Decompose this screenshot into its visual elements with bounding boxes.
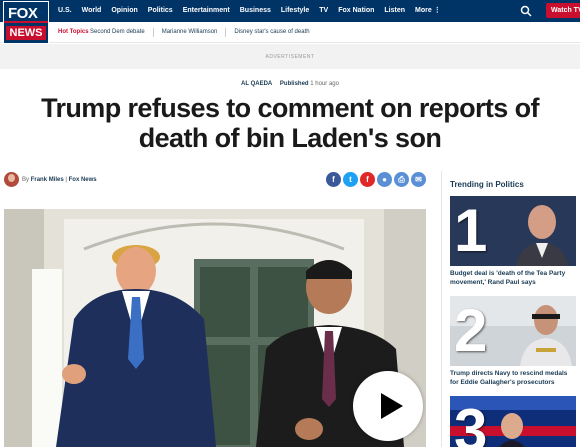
watch-tv-button[interactable]: Watch TV bbox=[546, 3, 580, 18]
byline-text: By Frank Miles | Fox News bbox=[22, 177, 97, 183]
outlet-link[interactable]: Fox News bbox=[69, 177, 97, 183]
hot-topic-link[interactable]: Second Dem debate bbox=[90, 28, 154, 37]
published-time: 1 hour ago bbox=[310, 81, 339, 87]
fox-news-logo[interactable]: FOX NEWS bbox=[3, 1, 49, 44]
hot-topics-bar: Hot Topics Second Dem debate Marianne Wi… bbox=[0, 22, 580, 43]
trending-headline[interactable]: Trump directs Navy to rescind medals for… bbox=[450, 369, 576, 387]
twitter-icon[interactable]: t bbox=[343, 172, 358, 187]
nav-menu: U.S. World Opinion Politics Entertainmen… bbox=[58, 0, 451, 22]
facebook-icon[interactable]: f bbox=[326, 172, 341, 187]
trending-title: Trending in Politics bbox=[450, 180, 524, 189]
trending-rank: 3 bbox=[454, 397, 488, 447]
article-category[interactable]: AL QAEDA bbox=[241, 81, 272, 87]
article-meta: AL QAEDA Published 1 hour ago bbox=[0, 81, 580, 87]
nav-item-tv[interactable]: TV bbox=[319, 0, 328, 22]
print-icon[interactable]: ⎙ bbox=[394, 172, 409, 187]
nav-item-more[interactable]: More ⋮ bbox=[415, 0, 441, 22]
author-link[interactable]: Frank Miles bbox=[31, 177, 64, 183]
trending-rank: 1 bbox=[454, 197, 488, 264]
search-icon[interactable] bbox=[520, 5, 532, 17]
advertisement-banner: ADVERTISEMENT bbox=[0, 44, 580, 69]
nav-item-listen[interactable]: Listen bbox=[384, 0, 405, 22]
trending-item[interactable]: 1 Budget deal is 'death of the Tea Party… bbox=[450, 196, 576, 287]
top-nav: U.S. World Opinion Politics Entertainmen… bbox=[0, 0, 580, 22]
comments-icon[interactable]: ● bbox=[377, 172, 392, 187]
hot-topic-link[interactable]: Disney star's cause of death bbox=[234, 28, 317, 37]
nav-item-fox-nation[interactable]: Fox Nation bbox=[338, 0, 374, 22]
trending-headline[interactable]: Budget deal is 'death of the Tea Party m… bbox=[450, 269, 576, 287]
nav-item-lifestyle[interactable]: Lifestyle bbox=[281, 0, 309, 22]
sidebar-divider bbox=[441, 171, 442, 447]
play-button[interactable] bbox=[353, 371, 423, 441]
advertisement-label: ADVERTISEMENT bbox=[265, 54, 315, 60]
trending-rank: 2 bbox=[454, 297, 488, 364]
email-icon[interactable]: ✉ bbox=[411, 172, 426, 187]
trending-item[interactable]: 2 Trump directs Navy to rescind medals f… bbox=[450, 296, 576, 387]
article-headline: Trump refuses to comment on reports of d… bbox=[41, 93, 539, 153]
trending-item[interactable]: 3 bbox=[450, 396, 576, 447]
logo-fox-text: FOX bbox=[8, 5, 38, 22]
nav-item-politics[interactable]: Politics bbox=[148, 0, 173, 22]
hot-topics-label: Hot Topics bbox=[58, 29, 89, 35]
flipboard-icon[interactable]: f bbox=[360, 172, 375, 187]
hot-topic-link[interactable]: Marianne Williamson bbox=[162, 28, 227, 37]
byline: By Frank Miles | Fox News f t f ● ⎙ ✉ bbox=[4, 171, 426, 193]
nav-item-business[interactable]: Business bbox=[240, 0, 271, 22]
trending-thumbnail[interactable]: 2 bbox=[450, 296, 576, 366]
published-label: Published bbox=[279, 81, 309, 87]
hot-topics-list: Second Dem debate Marianne Williamson Di… bbox=[90, 22, 326, 43]
nav-item-us[interactable]: U.S. bbox=[58, 0, 72, 22]
logo-news-text: NEWS bbox=[6, 26, 46, 40]
author-avatar bbox=[4, 172, 19, 187]
trending-thumbnail[interactable]: 3 bbox=[450, 396, 576, 447]
nav-item-world[interactable]: World bbox=[82, 0, 102, 22]
trending-thumbnail[interactable]: 1 bbox=[450, 196, 576, 266]
logo-stripe bbox=[4, 21, 48, 23]
nav-item-entertainment[interactable]: Entertainment bbox=[183, 0, 230, 22]
more-dots-icon: ⋮ bbox=[433, 7, 441, 14]
nav-more-label: More bbox=[415, 7, 432, 14]
share-buttons: f t f ● ⎙ ✉ bbox=[324, 172, 426, 187]
byline-prefix: By bbox=[22, 177, 30, 183]
video-player[interactable] bbox=[4, 209, 426, 447]
nav-item-opinion[interactable]: Opinion bbox=[111, 0, 137, 22]
